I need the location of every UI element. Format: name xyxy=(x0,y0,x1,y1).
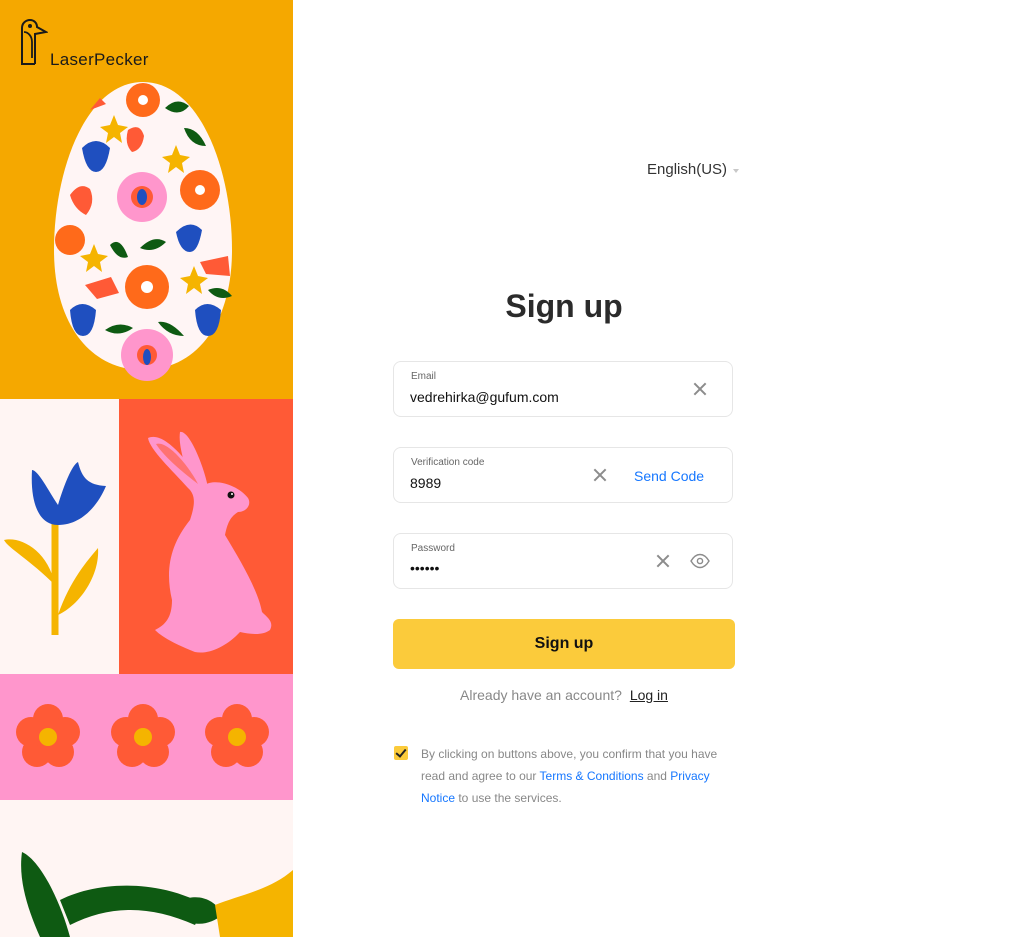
send-code-button[interactable]: Send Code xyxy=(634,468,704,484)
login-link[interactable]: Log in xyxy=(630,687,668,703)
brand-logo: LaserPecker xyxy=(18,18,149,69)
brand-name: LaserPecker xyxy=(50,50,149,69)
laserpecker-bird-logo xyxy=(21,18,48,65)
illustration-panel: LaserPecker xyxy=(0,0,293,937)
email-field[interactable]: Email xyxy=(393,361,733,417)
language-label: English(US) xyxy=(647,161,728,178)
verification-code-field[interactable]: Verification code Send Code xyxy=(393,447,733,503)
consent-checkbox[interactable] xyxy=(394,746,408,760)
caret-down-icon xyxy=(733,168,740,173)
password-field[interactable]: Password •••••• xyxy=(393,533,733,589)
consent-text-middle: and xyxy=(643,769,671,783)
password-label: Password xyxy=(411,543,455,554)
page-title: Sign up xyxy=(505,288,623,324)
close-icon[interactable] xyxy=(693,382,707,396)
close-icon[interactable] xyxy=(593,468,607,482)
password-input[interactable]: •••••• xyxy=(410,560,630,576)
verification-code-label: Verification code xyxy=(411,457,485,468)
have-account-text: Already have an account? xyxy=(460,687,622,703)
consent-text: By clicking on buttons above, you confir… xyxy=(421,743,721,809)
email-label: Email xyxy=(411,371,437,382)
close-icon[interactable] xyxy=(656,554,670,568)
terms-link[interactable]: Terms & Conditions xyxy=(540,769,644,783)
consent-text-after: to use the services. xyxy=(455,791,562,805)
email-input[interactable] xyxy=(410,389,630,405)
login-prompt: Already have an account? Log in xyxy=(393,687,735,703)
flowers-illustration xyxy=(16,704,269,767)
sign-up-button[interactable]: Sign up xyxy=(393,619,735,669)
illustration-art xyxy=(0,0,293,937)
eye-icon[interactable] xyxy=(690,553,710,569)
language-selector[interactable]: English(US) xyxy=(647,161,740,178)
verification-code-input[interactable] xyxy=(410,475,570,491)
